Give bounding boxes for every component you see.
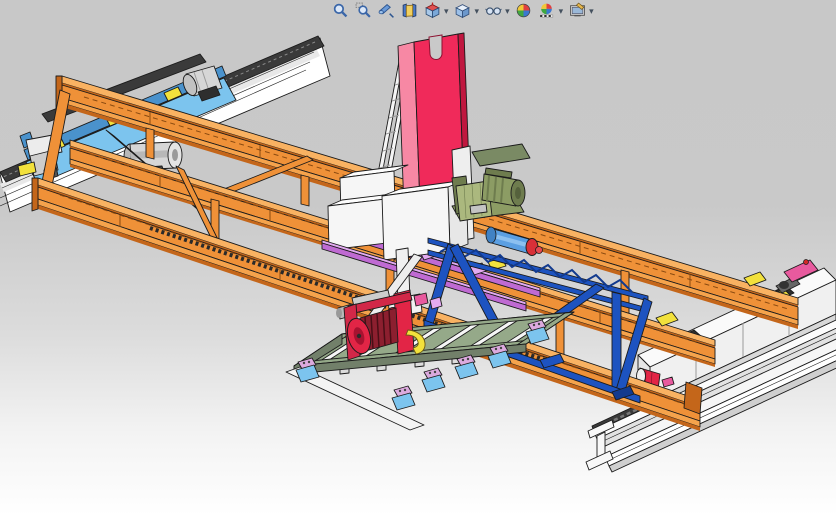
zoom-to-area-icon[interactable] <box>354 2 372 20</box>
3d-drawing-view-icon[interactable] <box>400 2 418 20</box>
view-orientation-dropdown-arrow[interactable]: ▾ <box>475 2 480 20</box>
apply-scene-dropdown-arrow[interactable]: ▾ <box>559 2 564 20</box>
section-view-dropdown-arrow[interactable]: ▾ <box>444 2 449 20</box>
zoom-to-fit-icon[interactable] <box>331 2 349 20</box>
apply-scene-icon[interactable] <box>538 2 556 20</box>
display-style-dropdown-arrow[interactable]: ▾ <box>505 2 510 20</box>
previous-view-icon[interactable] <box>377 2 395 20</box>
view-orientation-icon[interactable] <box>454 2 472 20</box>
section-view-icon[interactable] <box>423 2 441 20</box>
edit-appearance-icon[interactable] <box>515 2 533 20</box>
cad-model-canvas[interactable] <box>0 0 836 515</box>
display-style-icon[interactable] <box>484 2 502 20</box>
view-settings-icon[interactable] <box>568 2 586 20</box>
cad-viewport[interactable]: ▾ ▾ ▾ ▾ ▾ <box>0 0 836 515</box>
heads-up-view-toolbar: ▾ ▾ ▾ ▾ ▾ <box>331 1 594 20</box>
view-settings-dropdown-arrow[interactable]: ▾ <box>589 2 594 20</box>
